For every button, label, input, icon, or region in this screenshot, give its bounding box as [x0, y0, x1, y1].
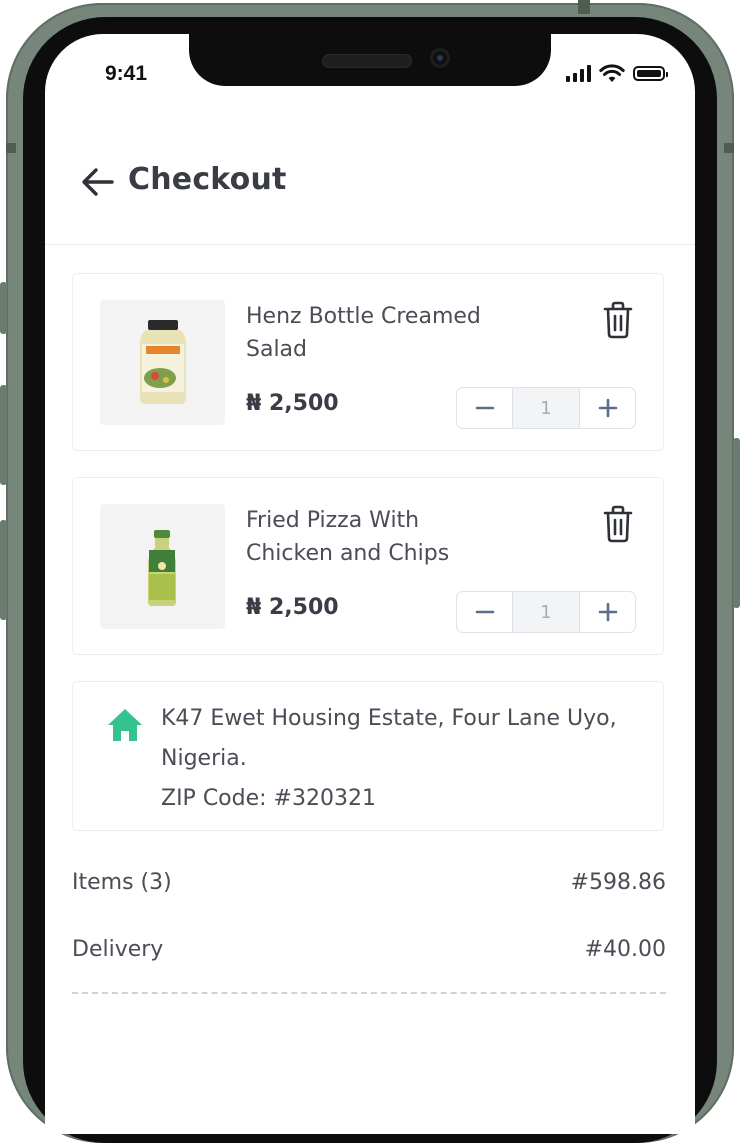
address-line: Nigeria. — [161, 746, 247, 771]
trash-icon[interactable] — [600, 300, 636, 340]
items-total-value: #598.86 — [570, 870, 666, 895]
header: Checkout — [45, 134, 695, 245]
page-title: Checkout — [128, 162, 287, 197]
address-line: K47 Ewet Housing Estate, Four Lane Uyo, — [161, 706, 617, 731]
status-time: 9:41 — [105, 62, 148, 85]
trash-icon[interactable] — [600, 504, 636, 544]
home-icon — [108, 709, 142, 741]
delivery-address-card[interactable]: K47 Ewet Housing Estate, Four Lane Uyo, … — [72, 681, 664, 831]
frame-antenna-line — [6, 143, 16, 153]
cart-item: Fried Pizza With Chicken and Chips ₦ 2,5… — [72, 477, 664, 655]
product-price: ₦ 2,500 — [246, 391, 339, 416]
zip-code: ZIP Code: #320321 — [161, 786, 376, 811]
product-image — [100, 504, 225, 629]
notch — [189, 34, 551, 86]
frame-antenna-line — [578, 0, 590, 14]
increase-button[interactable] — [580, 388, 635, 428]
delivery-value: #40.00 — [584, 937, 666, 962]
status-icons — [566, 64, 668, 83]
speaker-grille — [322, 54, 412, 68]
wifi-icon — [599, 64, 625, 82]
product-name: Henz Bottle Creamed Salad — [246, 304, 481, 362]
decrease-button[interactable] — [457, 592, 512, 632]
quantity-value[interactable]: 1 — [512, 592, 580, 632]
items-total-label: Items (3) — [72, 870, 172, 895]
product-name: Fried Pizza With Chicken and Chips — [246, 508, 450, 566]
product-image — [100, 300, 225, 425]
decrease-button[interactable] — [457, 388, 512, 428]
phone-screen: 9:41 Checkout Henz Bottle Creamed Salad … — [45, 34, 695, 1134]
increase-button[interactable] — [580, 592, 635, 632]
quantity-stepper: 1 — [456, 387, 636, 429]
quantity-value[interactable]: 1 — [512, 388, 580, 428]
cellular-signal-icon — [566, 65, 591, 82]
plus-icon — [598, 398, 617, 418]
back-arrow-icon[interactable] — [80, 164, 116, 200]
delivery-label: Delivery — [72, 937, 164, 962]
minus-icon — [475, 610, 494, 614]
frame-antenna-line — [724, 143, 734, 153]
phone-side-button — [0, 385, 7, 485]
product-price: ₦ 2,500 — [246, 595, 339, 620]
phone-side-button — [0, 282, 7, 334]
address-text: K47 Ewet Housing Estate, Four Lane Uyo, … — [161, 699, 641, 819]
phone-side-button — [0, 520, 7, 620]
battery-icon — [633, 66, 668, 81]
minus-icon — [475, 406, 494, 410]
quantity-stepper: 1 — [456, 591, 636, 633]
phone-side-button — [733, 438, 740, 608]
cart-item: Henz Bottle Creamed Salad ₦ 2,500 1 — [72, 273, 664, 451]
plus-icon — [598, 602, 617, 622]
front-camera — [430, 48, 450, 68]
dashed-divider — [72, 992, 666, 994]
